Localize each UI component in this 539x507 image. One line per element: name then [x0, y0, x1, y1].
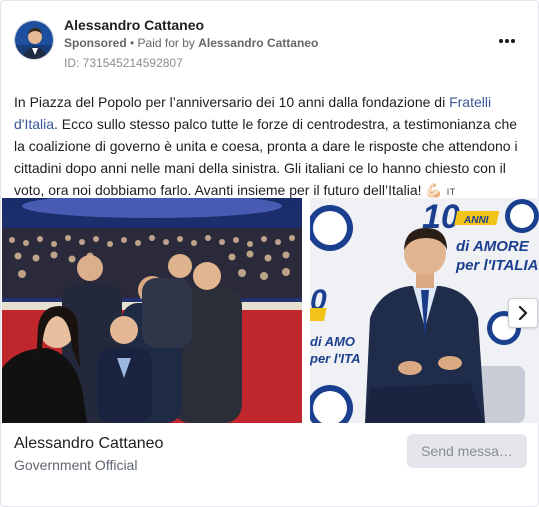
more-dot	[511, 39, 515, 43]
post-text-part2: . Ecco sullo stesso palco tutte le forze…	[14, 116, 518, 198]
post-text-part1: In Piazza del Popolo per l’anniversario …	[14, 94, 450, 110]
payer-name[interactable]: Alessandro Cattaneo	[198, 36, 318, 50]
sponsored-label: Sponsored	[64, 36, 127, 50]
chevron-right-icon	[518, 306, 528, 320]
author-avatar[interactable]	[14, 20, 54, 60]
post-text: In Piazza del Popolo per l’anniversario …	[14, 91, 528, 203]
carousel-next-button[interactable]	[508, 298, 538, 328]
svg-text:di AMO: di AMO	[310, 334, 355, 349]
italy-flag-icon: IT	[446, 187, 456, 197]
media-carousel: 10 ANNI di AMORE per l'ITALIA 0 di AMO p…	[2, 198, 539, 423]
banner-line2: per l'ITALIA	[455, 257, 538, 274]
banner-anni: ANNI	[463, 215, 489, 226]
ad-card: Alessandro Cattaneo Sponsored • Paid for…	[0, 0, 539, 507]
more-dot	[505, 39, 509, 43]
banner-line1: di AMORE	[456, 238, 530, 255]
more-options-button[interactable]	[495, 31, 519, 51]
svg-text:per l'ITA: per l'ITA	[310, 351, 361, 366]
carousel-slide-portrait[interactable]: 10 ANNI di AMORE per l'ITALIA 0 di AMO p…	[310, 198, 539, 423]
footer-page-name[interactable]: Alessandro Cattaneo	[14, 435, 163, 453]
ad-id: ID: 731545214592807	[64, 56, 183, 70]
carousel-slide-group-photo[interactable]	[2, 198, 302, 423]
footer-page-category: Government Official	[14, 457, 138, 473]
send-message-button[interactable]: Send messa…	[407, 434, 527, 468]
paid-for-prefix: Paid for by	[137, 36, 199, 50]
sponsor-line: Sponsored • Paid for by Alessandro Catta…	[64, 36, 318, 50]
more-horizontal-icon	[499, 39, 503, 43]
separator: •	[126, 36, 138, 50]
flexed-biceps-emoji: 💪🏻	[425, 182, 443, 198]
author-name[interactable]: Alessandro Cattaneo	[64, 17, 204, 33]
